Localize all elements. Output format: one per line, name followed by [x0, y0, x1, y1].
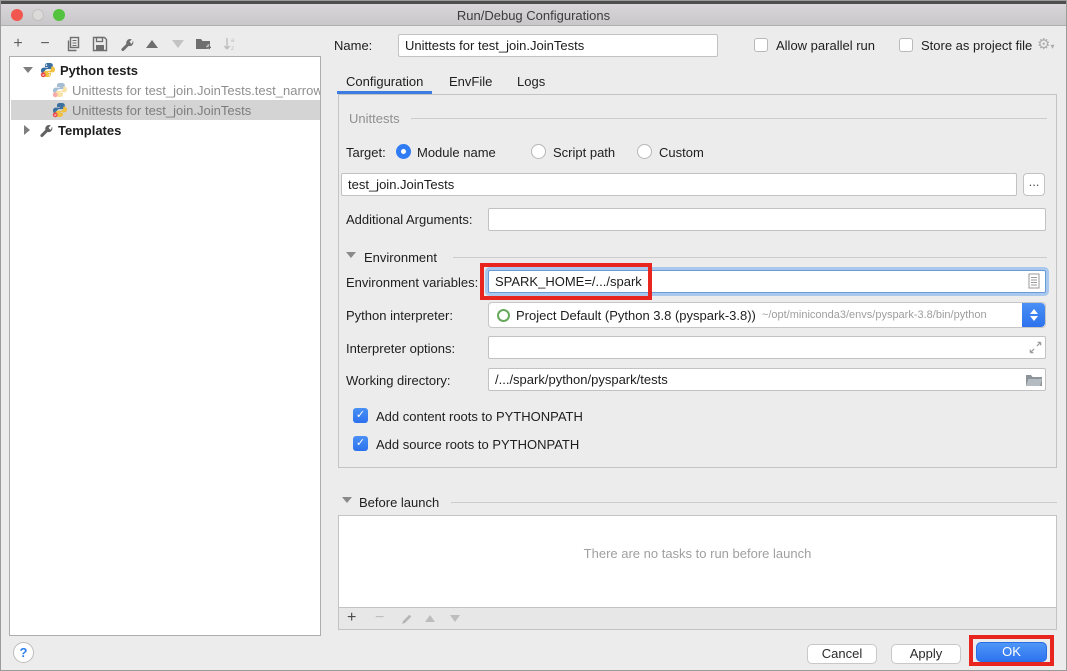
interpreter-options-input[interactable] [488, 336, 1046, 359]
configurations-tree-panel: Python tests Unittests for test_join.Joi… [9, 56, 321, 636]
plus-icon: + [13, 35, 22, 53]
python-test-config-icon [52, 102, 68, 118]
up-arrow-icon [146, 40, 158, 48]
interpreter-options-label: Interpreter options: [346, 341, 455, 356]
add-content-roots-checkbox[interactable]: ✓ [353, 408, 368, 423]
conda-env-icon [497, 309, 510, 322]
before-launch-toolbar: + − [338, 608, 1057, 630]
add-configuration-button[interactable]: + [9, 35, 27, 53]
apply-button[interactable]: Apply [891, 644, 961, 664]
allow-parallel-run-label: Allow parallel run [776, 38, 875, 53]
move-into-folder-button[interactable] [194, 35, 212, 53]
store-options-gear-icon[interactable]: ⚙▾ [1037, 35, 1054, 53]
save-configuration-button[interactable] [91, 35, 109, 53]
cancel-button[interactable]: Cancel [807, 644, 877, 664]
store-as-project-file-checkbox[interactable] [899, 38, 913, 52]
tree-item-label: Templates [58, 123, 121, 138]
name-label: Name: [334, 38, 372, 53]
python-interpreter-value: Project Default (Python 3.8 (pyspark-3.8… [516, 308, 756, 323]
move-task-down-icon [450, 615, 460, 622]
tab-logs[interactable]: Logs [517, 74, 545, 89]
target-custom-radio[interactable] [637, 144, 652, 159]
target-script-path-label[interactable]: Script path [553, 145, 615, 160]
sort-configurations-button: az [221, 35, 239, 53]
add-content-roots-label: Add content roots to PYTHONPATH [376, 409, 583, 424]
section-divider [411, 118, 1047, 119]
tree-item-label: Unittests for test_join.JoinTests.test_n… [72, 83, 320, 98]
help-button[interactable]: ? [13, 642, 34, 663]
working-directory-label: Working directory: [346, 373, 451, 388]
additional-arguments-input[interactable] [488, 208, 1046, 231]
before-launch-toggle-icon[interactable] [342, 497, 352, 503]
python-interpreter-label: Python interpreter: [346, 308, 453, 323]
before-launch-empty-text: There are no tasks to run before launch [339, 546, 1056, 561]
tree-item-python-tests[interactable]: Python tests [11, 60, 320, 80]
environment-section-toggle-icon[interactable] [346, 252, 356, 258]
folder-browse-icon[interactable] [1025, 373, 1043, 392]
edit-configuration-button[interactable] [118, 35, 136, 53]
tab-configuration[interactable]: Configuration [346, 74, 423, 89]
ok-button[interactable]: OK [976, 642, 1047, 662]
title-bar: Run/Debug Configurations [1, 4, 1066, 26]
add-source-roots-checkbox[interactable]: ✓ [353, 436, 368, 451]
paste-variables-icon[interactable] [1027, 273, 1041, 294]
remove-configuration-button[interactable]: − [36, 35, 54, 53]
before-launch-section-label: Before launch [359, 495, 439, 510]
name-input[interactable] [398, 34, 718, 57]
expand-arrow-icon[interactable] [23, 67, 33, 73]
target-script-path-radio[interactable] [531, 144, 546, 159]
collapse-arrow-icon[interactable] [24, 125, 30, 135]
working-directory-input[interactable] [488, 368, 1046, 391]
copy-icon [65, 36, 81, 52]
tree-item-templates[interactable]: Templates [11, 120, 320, 140]
environment-section-label: Environment [364, 250, 437, 265]
minus-icon: − [40, 35, 49, 53]
remove-task-button: − [375, 609, 384, 627]
edit-task-pencil-icon [400, 612, 414, 631]
before-launch-tasks-panel: There are no tasks to run before launch [338, 515, 1057, 608]
wrench-icon [119, 36, 135, 52]
section-divider [453, 257, 1047, 258]
svg-text:a: a [231, 38, 235, 44]
environment-variables-label: Environment variables: [346, 275, 478, 290]
target-custom-label[interactable]: Custom [659, 145, 704, 160]
run-debug-configurations-dialog: Run/Debug Configurations + − az Python t… [0, 0, 1067, 671]
move-task-up-icon [425, 615, 435, 622]
down-arrow-icon [172, 40, 184, 48]
target-label: Target: [346, 145, 386, 160]
add-source-roots-label: Add source roots to PYTHONPATH [376, 437, 579, 452]
tree-item-unittests-test-narrow[interactable]: Unittests for test_join.JoinTests.test_n… [11, 80, 320, 100]
target-module-name-label[interactable]: Module name [417, 145, 496, 160]
store-as-project-file-label: Store as project file [921, 38, 1032, 53]
browse-target-button[interactable]: ... [1023, 173, 1045, 196]
unittests-section-label: Unittests [349, 111, 400, 126]
tree-item-label: Unittests for test_join.JoinTests [72, 103, 251, 118]
copy-configuration-button[interactable] [64, 35, 82, 53]
move-down-button [169, 35, 187, 53]
folder-add-icon [195, 36, 211, 52]
add-task-button[interactable]: + [347, 609, 356, 627]
tab-envfile[interactable]: EnvFile [449, 74, 492, 89]
python-interpreter-select[interactable]: Project Default (Python 3.8 (pyspark-3.8… [488, 302, 1046, 328]
environment-variables-input[interactable] [488, 270, 1046, 293]
target-input[interactable] [341, 173, 1017, 196]
python-interpreter-path: ~/opt/miniconda3/envs/pyspark-3.8/bin/py… [762, 309, 987, 321]
window-title: Run/Debug Configurations [1, 8, 1066, 23]
templates-wrench-icon [38, 122, 54, 138]
python-tests-icon [40, 62, 56, 78]
section-divider [451, 502, 1057, 503]
svg-text:z: z [231, 46, 234, 52]
move-up-button[interactable] [143, 35, 161, 53]
tree-item-label: Python tests [60, 63, 138, 78]
python-test-config-icon [52, 82, 68, 98]
additional-arguments-label: Additional Arguments: [346, 212, 472, 227]
expand-field-icon[interactable] [1028, 340, 1043, 360]
sort-az-icon: az [222, 36, 238, 52]
select-chevrons-icon[interactable] [1022, 303, 1045, 327]
save-icon [92, 36, 108, 52]
allow-parallel-run-checkbox[interactable] [754, 38, 768, 52]
tree-item-unittests-joitests-selected[interactable]: Unittests for test_join.JoinTests [11, 100, 320, 120]
target-module-name-radio[interactable] [396, 144, 411, 159]
